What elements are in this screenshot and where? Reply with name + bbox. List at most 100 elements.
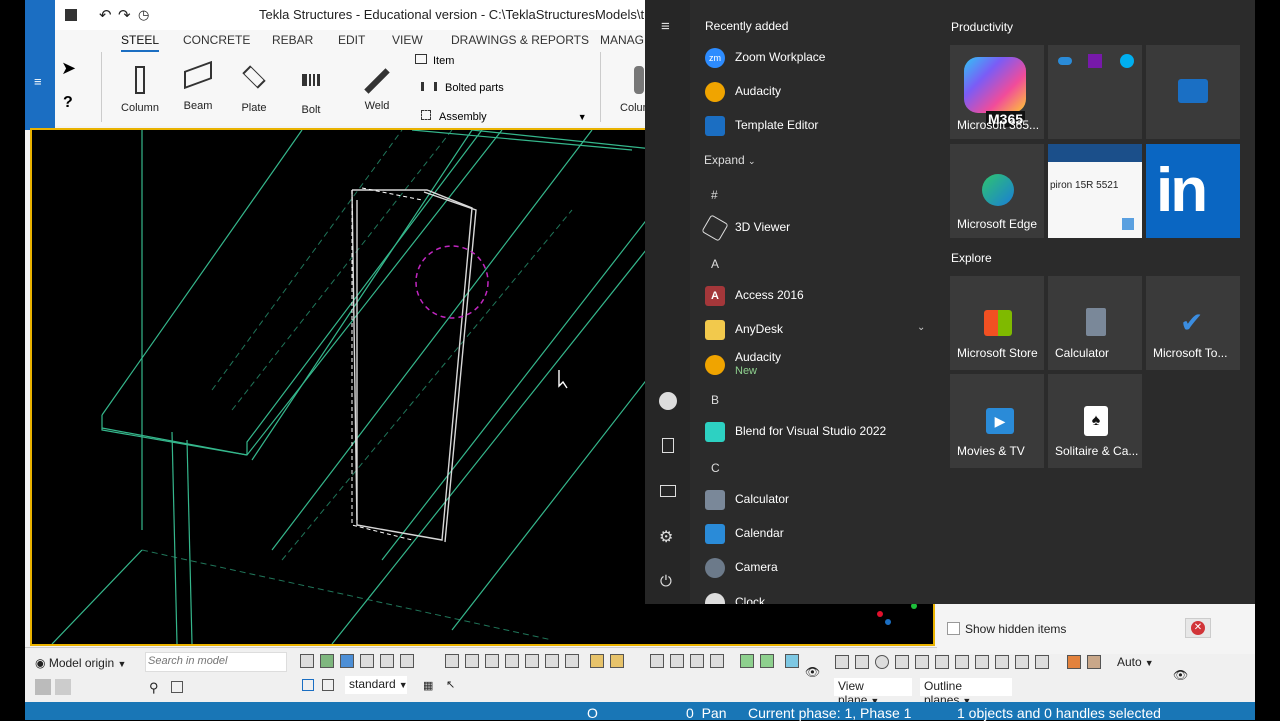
snap-extension-icon[interactable] (975, 655, 989, 669)
tile-office-group[interactable] (1048, 45, 1142, 139)
select-surface-icon[interactable] (590, 654, 604, 668)
bolt-group-marker[interactable] (415, 245, 489, 319)
tile-solitaire[interactable]: ♠ Solitaire & Ca... (1048, 374, 1142, 468)
app-calendar[interactable]: Calendar (703, 519, 933, 549)
search-icon[interactable]: ⚲ (149, 680, 159, 696)
tekla-logo-icon[interactable] (25, 0, 55, 30)
column-button[interactable]: Column (115, 66, 165, 114)
chevron-down-icon[interactable]: ▼ (578, 112, 587, 122)
select-loads-icon[interactable] (610, 654, 624, 668)
select-reference-icon[interactable] (650, 654, 664, 668)
select-rebars-icon[interactable] (565, 654, 579, 668)
snap-line-icon[interactable] (1035, 655, 1049, 669)
select-bolts-icon[interactable] (380, 654, 394, 668)
save-icon[interactable] (65, 9, 77, 21)
tab-rebar[interactable]: REBAR (272, 33, 313, 47)
letter-a[interactable]: A (711, 257, 719, 271)
app-audacity[interactable]: Audacity New (703, 349, 933, 383)
history-icon[interactable]: ◷ (138, 7, 149, 23)
select-all-icon[interactable] (300, 654, 314, 668)
zoom-icon[interactable] (171, 681, 183, 693)
app-anydesk-folder[interactable]: AnyDesk (703, 315, 933, 345)
snap-ref-points-icon[interactable] (835, 655, 849, 669)
snap-intersection-icon[interactable] (915, 655, 929, 669)
documents-icon[interactable] (662, 438, 674, 453)
select-snap-icon[interactable] (740, 654, 754, 668)
chevron-down-icon[interactable]: ⌄ (917, 322, 925, 333)
snap-midpoint-icon[interactable] (895, 655, 909, 669)
select-grid-snap-icon[interactable] (785, 654, 799, 668)
select-planes-icon[interactable] (690, 654, 704, 668)
select-views-icon[interactable] (545, 654, 559, 668)
view-plane-dropdown[interactable]: View plane ▼ (834, 678, 912, 707)
remove-icon[interactable] (55, 679, 71, 695)
select-grids-icon[interactable] (445, 654, 459, 668)
snap-parallel-icon[interactable] (955, 655, 969, 669)
tile-microsoft-edge[interactable]: Microsoft Edge (950, 144, 1044, 238)
eye-icon[interactable]: 👁 (805, 665, 820, 679)
side-menu[interactable]: ≡ (25, 30, 55, 130)
menu-icon[interactable]: ≡ (34, 74, 42, 89)
search-input[interactable] (146, 653, 282, 669)
app-clock[interactable]: Clock (703, 588, 933, 604)
item-button[interactable]: Item (415, 54, 454, 67)
select-objects-icon[interactable] (340, 654, 354, 668)
select-points-icon[interactable] (485, 654, 499, 668)
snap-orange-1-icon[interactable] (1067, 655, 1081, 669)
tile-microsoft-365[interactable]: M365 Microsoft 365... (950, 45, 1044, 139)
app-access-2016[interactable]: A Access 2016 (703, 281, 933, 311)
select-arrow-icon[interactable]: ➤ (61, 58, 76, 79)
tab-steel[interactable]: STEEL (121, 33, 160, 52)
select-gridlines-icon[interactable] (465, 654, 479, 668)
app-template-editor[interactable]: Template Editor (703, 111, 933, 141)
redo-icon[interactable]: ↷ (118, 6, 131, 24)
auto-dropdown[interactable]: Auto ▼ (1117, 655, 1154, 669)
show-hidden-checkbox[interactable] (947, 622, 960, 635)
select-cuts-icon[interactable] (525, 654, 539, 668)
select-parts-icon[interactable] (320, 654, 334, 668)
beam-button[interactable]: Beam (173, 60, 223, 112)
select-components-icon[interactable] (360, 654, 374, 668)
tab-concrete[interactable]: CONCRETE (183, 33, 250, 47)
bolted-parts-button[interactable]: Bolted parts (421, 82, 504, 94)
expand-button[interactable]: Expand ⌄ (704, 153, 756, 167)
snap-orange-2-icon[interactable] (1087, 655, 1101, 669)
standard-dropdown[interactable]: standard ▼ (345, 676, 408, 694)
filter-icon[interactable] (302, 679, 314, 691)
undo-icon[interactable]: ↶ (99, 6, 112, 24)
tile-calculator[interactable]: Calculator (1048, 276, 1142, 370)
tile-microsoft-todo[interactable]: ✔ Microsoft To... (1146, 276, 1240, 370)
snap-any-icon[interactable] (995, 655, 1009, 669)
eye-icon[interactable]: 👁 (1173, 668, 1188, 682)
tile-microsoft-store[interactable]: Microsoft Store (950, 276, 1044, 370)
select-pour-icon[interactable] (670, 654, 684, 668)
pictures-icon[interactable] (660, 485, 676, 497)
app-audacity-recent[interactable]: Audacity (703, 77, 933, 107)
app-zoom-workplace[interactable]: zm Zoom Workplace (703, 43, 933, 73)
snap-perpendicular-icon[interactable] (935, 655, 949, 669)
app-camera[interactable]: Camera (703, 553, 933, 583)
tab-view[interactable]: VIEW (392, 33, 423, 47)
bolt-button[interactable]: Bolt (286, 66, 336, 116)
snap-center-icon[interactable] (875, 655, 889, 669)
settings-icon[interactable]: ⚙ (659, 527, 673, 547)
select-assemblies-icon[interactable] (400, 654, 414, 668)
model-origin-dropdown[interactable]: ◉ Model origin ▼ (35, 656, 126, 670)
close-icon[interactable]: ✕ (1185, 618, 1211, 638)
pointer-icon[interactable]: ↖ (446, 678, 455, 691)
letter-hash[interactable]: # (711, 188, 718, 202)
add-icon[interactable] (35, 679, 51, 695)
tile-linkedin[interactable]: in (1146, 144, 1240, 238)
user-icon[interactable] (659, 392, 677, 410)
grid-icon[interactable] (322, 679, 334, 691)
weld-button[interactable]: Weld (352, 66, 402, 112)
app-calculator[interactable]: Calculator (703, 485, 933, 515)
hamburger-icon[interactable]: ≡ (661, 18, 670, 35)
tab-drawings-reports[interactable]: DRAWINGS & REPORTS (451, 33, 589, 47)
app-blend-visual-studio[interactable]: Blend for Visual Studio 2022 (703, 417, 933, 447)
app-3d-viewer[interactable]: 3D Viewer (701, 213, 933, 243)
select-vertex-icon[interactable] (760, 654, 774, 668)
tile-photo-thumbnail[interactable]: piron 15R 5521 (1048, 144, 1142, 238)
tile-outlook[interactable] (1146, 45, 1240, 139)
select-measure-icon[interactable] (710, 654, 724, 668)
